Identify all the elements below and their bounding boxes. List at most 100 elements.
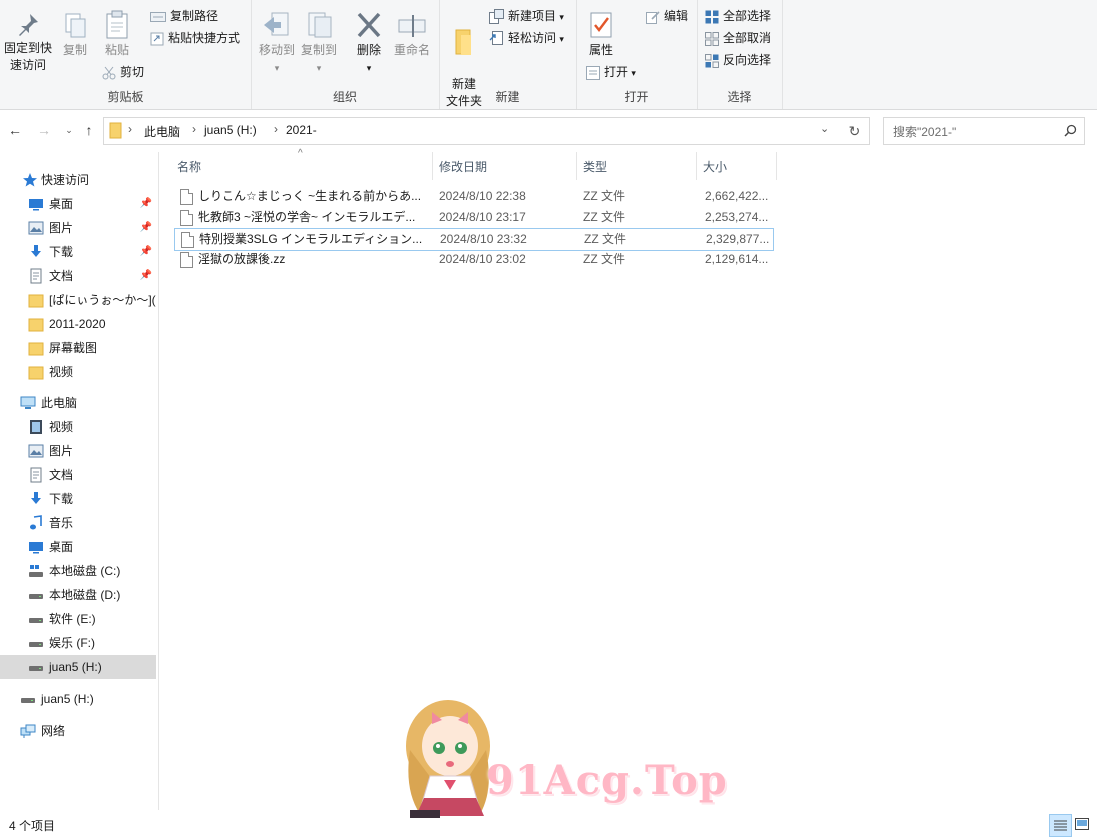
search-box[interactable]: 搜索"2021-" (883, 117, 1085, 145)
sidebar-item-pc[interactable]: 图片 (0, 439, 156, 463)
watermark-text: 91Acg.Top (486, 757, 728, 804)
sidebar-item-pc[interactable]: 本地磁盘 (C:) (0, 559, 156, 583)
copy-path-button[interactable]: 复制路径 (150, 6, 218, 26)
file-row[interactable]: 淫獄の放課後.zz 2024/8/10 23:02 ZZ 文件 2,129,614..… (174, 249, 772, 270)
sidebar-item-quick[interactable]: 视频 (0, 360, 156, 384)
copy-button[interactable]: 复制 (60, 12, 90, 59)
rename-icon (398, 15, 426, 37)
open-icon (586, 65, 600, 80)
column-header-size[interactable]: 大小 (703, 158, 727, 175)
network-icon (20, 724, 36, 738)
file-modified: 2024/8/10 23:32 (440, 232, 527, 246)
sidebar-item-pc[interactable]: 本地磁盘 (D:) (0, 583, 156, 607)
download-icon (31, 245, 41, 257)
sidebar-item-pc[interactable]: juan5 (H:) (0, 655, 156, 679)
back-arrow-icon[interactable]: ← (6, 121, 24, 139)
folder-icon (28, 342, 44, 356)
folder-icon (28, 366, 44, 380)
cut-button[interactable]: 剪切 (102, 62, 144, 82)
delete-button[interactable]: 删除 ▾ (353, 10, 385, 77)
sidebar-item-quick-access[interactable]: 快速访问 (0, 168, 156, 192)
properties-button[interactable]: 属性 (584, 10, 618, 59)
column-divider[interactable] (432, 152, 433, 180)
open-button[interactable]: 打开 ▾ (586, 62, 636, 82)
search-icon (1064, 124, 1077, 137)
copy-to-button[interactable]: 复制到 ▾ (299, 10, 339, 77)
sidebar-item-quick[interactable]: 图片 📌 (0, 216, 156, 240)
rename-button[interactable]: 重命名 (391, 10, 433, 59)
column-header-modified[interactable]: 修改日期 (439, 158, 487, 175)
sidebar-item-this-pc[interactable]: 此电脑 (0, 391, 156, 415)
sidebar-item-label: 文档 (49, 269, 74, 283)
new-item-button[interactable]: 新建项目 ▾ (489, 6, 564, 26)
forward-arrow-icon[interactable]: → (35, 121, 53, 139)
sidebar-item-quick[interactable]: 屏幕截图 (0, 336, 156, 360)
edit-button[interactable]: 编辑 (646, 6, 688, 26)
new-group-label: 新建 (495, 90, 520, 104)
breadcrumb-separator-icon: › (128, 122, 132, 136)
sidebar-item-pc[interactable]: 桌面 (0, 535, 156, 559)
select-all-icon (705, 10, 719, 24)
sidebar-item-label: [ぱにぃうぉ～か～]( (49, 293, 156, 307)
up-arrow-icon[interactable]: ↑ (80, 121, 98, 139)
search-placeholder: 搜索"2021-" (893, 125, 957, 139)
column-header-name[interactable]: 名称 (177, 158, 201, 175)
file-size: 2,253,274... (705, 210, 769, 224)
address-bar[interactable]: › 此电脑 › juan5 (H:) › 2021- ⌄ (103, 117, 841, 145)
sidebar-item-network[interactable]: 网络 (0, 719, 156, 743)
sidebar-item-quick[interactable]: 桌面 📌 (0, 192, 156, 216)
select-none-button[interactable]: 全部取消 (705, 28, 771, 48)
sidebar-item-pc[interactable]: 文档 (0, 463, 156, 487)
file-row[interactable]: 牝教師3 ~淫悦の学舎~ インモラルエデ... 2024/8/10 23:17 ZZ… (174, 207, 772, 228)
file-row[interactable]: しりこん☆まじっく ~生まれる前からあ... 2024/8/10 22:38 ZZ … (174, 186, 772, 207)
column-divider[interactable] (776, 152, 777, 180)
pinned-icon: 📌 (139, 270, 152, 281)
address-dropdown-chevron-icon[interactable]: ⌄ (820, 122, 829, 135)
column-divider[interactable] (576, 152, 577, 180)
new-folder-icon (455, 29, 471, 55)
select-group: 全部选择 全部取消 反向选择 选择 (697, 0, 783, 109)
sidebar-item-removable-drive[interactable]: juan5 (H:) (0, 687, 156, 711)
file-row[interactable]: 特別授業3SLG インモラルエディション... 2024/8/10 23:32 ZZ… (174, 228, 774, 251)
breadcrumb-this-pc[interactable]: 此电脑 (144, 123, 180, 140)
drive-icon (21, 698, 35, 703)
refresh-button[interactable]: ↻ (840, 117, 870, 145)
move-to-button[interactable]: 移动到 ▾ (257, 10, 297, 77)
breadcrumb-drive[interactable]: juan5 (H:) (204, 123, 257, 137)
large-icons-view-button[interactable] (1073, 815, 1091, 834)
star-icon (23, 173, 37, 187)
documents-icon (30, 268, 42, 284)
scissors-icon (102, 66, 116, 80)
details-view-button[interactable] (1049, 814, 1072, 837)
sidebar-item-pc[interactable]: 下载 (0, 487, 156, 511)
file-icon (180, 252, 193, 268)
easy-access-button[interactable]: 轻松访问 ▾ (489, 28, 564, 48)
sidebar-item-quick[interactable]: 下载 📌 (0, 240, 156, 264)
sidebar-item-pc[interactable]: 视频 (0, 415, 156, 439)
delete-x-icon (357, 12, 381, 38)
column-header-type[interactable]: 类型 (583, 158, 607, 175)
item-count: 4 个项目 (9, 819, 56, 833)
invert-selection-button[interactable]: 反向选择 (705, 50, 771, 70)
paste-button[interactable]: 粘贴 (101, 10, 133, 59)
sidebar-item-quick[interactable]: [ぱにぃうぉ～か～]( (0, 288, 156, 312)
file-size: 2,662,422... (705, 189, 769, 203)
sidebar-item-pc[interactable]: 娱乐 (F:) (0, 631, 156, 655)
sidebar-item-quick[interactable]: 文档 📌 (0, 264, 156, 288)
sidebar-item-pc[interactable]: 音乐 (0, 511, 156, 535)
sidebar-item-quick[interactable]: 2011-2020 (0, 312, 156, 336)
file-name: しりこん☆まじっく ~生まれる前からあ... (198, 189, 422, 203)
paste-shortcut-button[interactable]: 粘贴快捷方式 (150, 28, 240, 48)
sidebar-item-label: 娱乐 (F:) (49, 636, 95, 650)
pinned-icon: 📌 (139, 222, 152, 233)
sort-ascending-icon: ^ (298, 148, 303, 159)
select-all-button[interactable]: 全部选择 (705, 6, 771, 26)
column-divider[interactable] (696, 152, 697, 180)
sidebar-item-label: 桌面 (49, 197, 74, 211)
sidebar-item-pc[interactable]: 软件 (E:) (0, 607, 156, 631)
sidebar-item-label: 2011-2020 (49, 317, 106, 331)
copy-icon (65, 13, 86, 38)
breadcrumb-folder[interactable]: 2021- (286, 123, 317, 137)
recent-locations-chevron-icon[interactable]: ⌄ (60, 121, 78, 139)
pin-to-quick-access-button[interactable]: 固定到快速访问 (2, 12, 54, 74)
